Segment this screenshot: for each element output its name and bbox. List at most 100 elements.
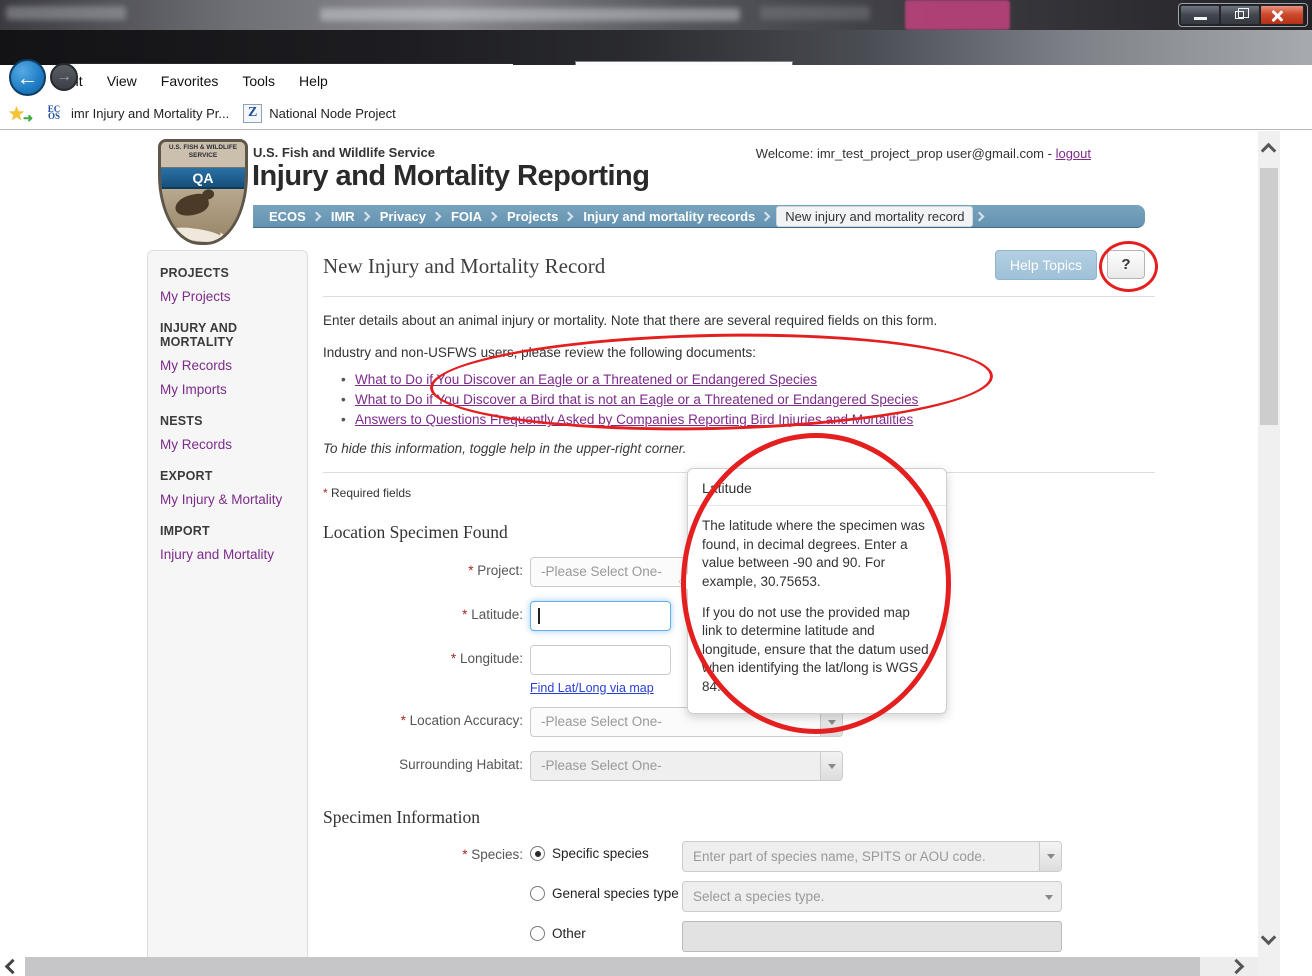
other-species-input[interactable]	[682, 921, 1062, 952]
breadcrumb-current: New injury and mortality record	[776, 206, 973, 227]
back-button[interactable]: ←	[9, 59, 46, 96]
annotation-circle-help-button	[1099, 241, 1158, 292]
logout-link[interactable]: logout	[1056, 146, 1091, 161]
menu-item-help[interactable]: Help	[299, 73, 328, 89]
surrounding-habitat-select[interactable]: -Please Select One-	[530, 751, 843, 781]
longitude-label: * Longitude:	[323, 645, 530, 666]
sidebar-item-my-projects[interactable]: My Projects	[160, 289, 295, 304]
scroll-down-icon[interactable]	[1261, 930, 1277, 946]
menu-item-tools[interactable]: Tools	[242, 73, 275, 89]
species-type-select[interactable]: Select a species type.	[682, 881, 1062, 912]
horizontal-scrollbar[interactable]	[0, 957, 1258, 976]
breadcrumb-ecos[interactable]: ECOS	[265, 209, 310, 224]
forward-button[interactable]: →	[50, 63, 78, 91]
sidebar-heading-export: EXPORT	[160, 469, 295, 483]
sidebar-item-my-imports[interactable]: My Imports	[160, 382, 295, 397]
scroll-right-icon[interactable]	[1229, 959, 1245, 975]
surrounding-habitat-label: Surrounding Habitat:	[323, 751, 530, 772]
help-topics-button[interactable]: Help Topics	[995, 250, 1097, 280]
vertical-scrollbar-thumb[interactable]	[1260, 168, 1278, 425]
favorites-item-national-node[interactable]: Z National Node Project	[243, 104, 395, 123]
chevron-down-icon	[828, 764, 836, 769]
species-combobox[interactable]: Enter part of species name, SPITS or AOU…	[682, 841, 1062, 872]
favorites-bar: ★ ➜ ECOS imr Injury and Mortality Pr... …	[0, 97, 1312, 130]
chevron-right-icon	[360, 211, 370, 221]
browser-chrome: ← → ECOS https://ecos-qa.fws.doi.net/imr…	[0, 30, 1312, 65]
intro-paragraph-1: Enter details about an animal injury or …	[323, 313, 1155, 328]
location-accuracy-label: * Location Accuracy:	[323, 707, 530, 728]
window-restore-button[interactable]	[1220, 5, 1260, 25]
longitude-input[interactable]	[530, 645, 671, 675]
sidebar-item-my-records[interactable]: My Records	[160, 358, 295, 373]
chevron-right-icon	[975, 211, 985, 221]
window-close-button[interactable]	[1260, 5, 1304, 25]
fish-graphic	[170, 225, 223, 244]
back-icon: ←	[17, 65, 39, 91]
species-label: * Species:	[323, 841, 530, 862]
scroll-up-icon[interactable]	[1261, 143, 1277, 159]
background-word-window	[0, 0, 1312, 30]
specific-species-radio[interactable]	[530, 846, 545, 861]
chevron-right-icon	[761, 211, 771, 221]
duck-graphic	[173, 192, 210, 219]
hide-info-note: To hide this information, toggle help in…	[323, 441, 1155, 456]
menu-bar: File Edit View Favorites Tools Help	[0, 65, 1312, 97]
other-species-radio[interactable]	[530, 926, 545, 941]
page-content: U.S. FISH & WILDLIFE SERVICE QA U.S. Fis…	[0, 131, 1258, 957]
form-row-species-general: General species type Select a species ty…	[323, 881, 1155, 912]
sidebar-heading-injury-mortality: INJURY AND MORTALITY	[160, 321, 295, 349]
breadcrumb-imr[interactable]: IMR	[327, 209, 359, 224]
other-species-label: Other	[552, 926, 586, 941]
fws-qa-logo: U.S. FISH & WILDLIFE SERVICE QA	[158, 139, 248, 245]
annotation-circle-tooltip	[681, 433, 951, 734]
sidebar-heading-import: IMPORT	[160, 524, 295, 538]
sidebar-item-export-injury-mortality[interactable]: My Injury & Mortality	[160, 492, 295, 507]
vertical-scrollbar[interactable]	[1258, 131, 1280, 957]
screen: ← → ECOS https://ecos-qa.fws.doi.net/imr…	[0, 0, 1312, 976]
background-picture-tools-tab	[905, 0, 1010, 30]
welcome-text: Welcome: imr_test_project_prop user@gmai…	[756, 146, 1091, 161]
spacer	[323, 881, 530, 887]
form-row-species-specific: * Species: Specific species Enter part o…	[323, 841, 1155, 872]
chevron-down-icon	[1047, 854, 1055, 859]
breadcrumb-records[interactable]: Injury and mortality records	[579, 209, 759, 224]
scrollbar-corner	[1258, 957, 1280, 976]
breadcrumb-foia[interactable]: FOIA	[447, 209, 486, 224]
ecos-favicon: ECOS	[44, 106, 64, 120]
menu-item-view[interactable]: View	[107, 73, 137, 89]
specific-species-label: Specific species	[552, 846, 649, 861]
sidebar-heading-nests: NESTS	[160, 414, 295, 428]
menu-item-favorites[interactable]: Favorites	[161, 73, 219, 89]
sidebar-item-import-injury-mortality[interactable]: Injury and Mortality	[160, 547, 295, 562]
breadcrumb: ECOS IMR Privacy FOIA Projects Injury an…	[253, 205, 1145, 228]
sidebar: PROJECTS My Projects INJURY AND MORTALIT…	[147, 250, 308, 957]
text-cursor	[538, 608, 540, 624]
find-latlong-map-link[interactable]: Find Lat/Long via map	[530, 681, 654, 695]
background-title-text	[760, 6, 870, 20]
logo-org-text: U.S. FISH & WILDLIFE SERVICE	[161, 142, 245, 168]
add-favorite-icon[interactable]: ★ ➜	[8, 103, 30, 123]
agency-name: U.S. Fish and Wildlife Service	[253, 145, 435, 160]
dropdown-button[interactable]	[1039, 842, 1061, 871]
logo-qa-band: QA	[161, 168, 245, 189]
general-species-label: General species type	[552, 886, 679, 901]
horizontal-scrollbar-thumb[interactable]	[25, 957, 1200, 976]
minimize-icon	[1194, 17, 1207, 20]
chevron-right-icon	[311, 211, 321, 221]
favorites-item-imr[interactable]: ECOS imr Injury and Mortality Pr...	[44, 106, 229, 121]
breadcrumb-privacy[interactable]: Privacy	[376, 209, 430, 224]
breadcrumb-projects[interactable]: Projects	[503, 209, 562, 224]
background-quick-access-toolbar	[6, 6, 126, 20]
form-row-surrounding-habitat: Surrounding Habitat: -Please Select One-	[323, 751, 1155, 781]
latitude-input[interactable]	[530, 601, 671, 631]
sidebar-heading-projects: PROJECTS	[160, 266, 295, 280]
chevron-right-icon	[432, 211, 442, 221]
chevron-right-icon	[488, 211, 498, 221]
sidebar-item-nest-records[interactable]: My Records	[160, 437, 295, 452]
zotero-z-icon: Z	[243, 104, 262, 123]
dropdown-button[interactable]	[820, 752, 842, 780]
section-specimen-heading: Specimen Information	[323, 807, 1155, 828]
window-minimize-button[interactable]	[1180, 5, 1220, 25]
chevron-right-icon	[564, 211, 574, 221]
general-species-radio[interactable]	[530, 886, 545, 901]
